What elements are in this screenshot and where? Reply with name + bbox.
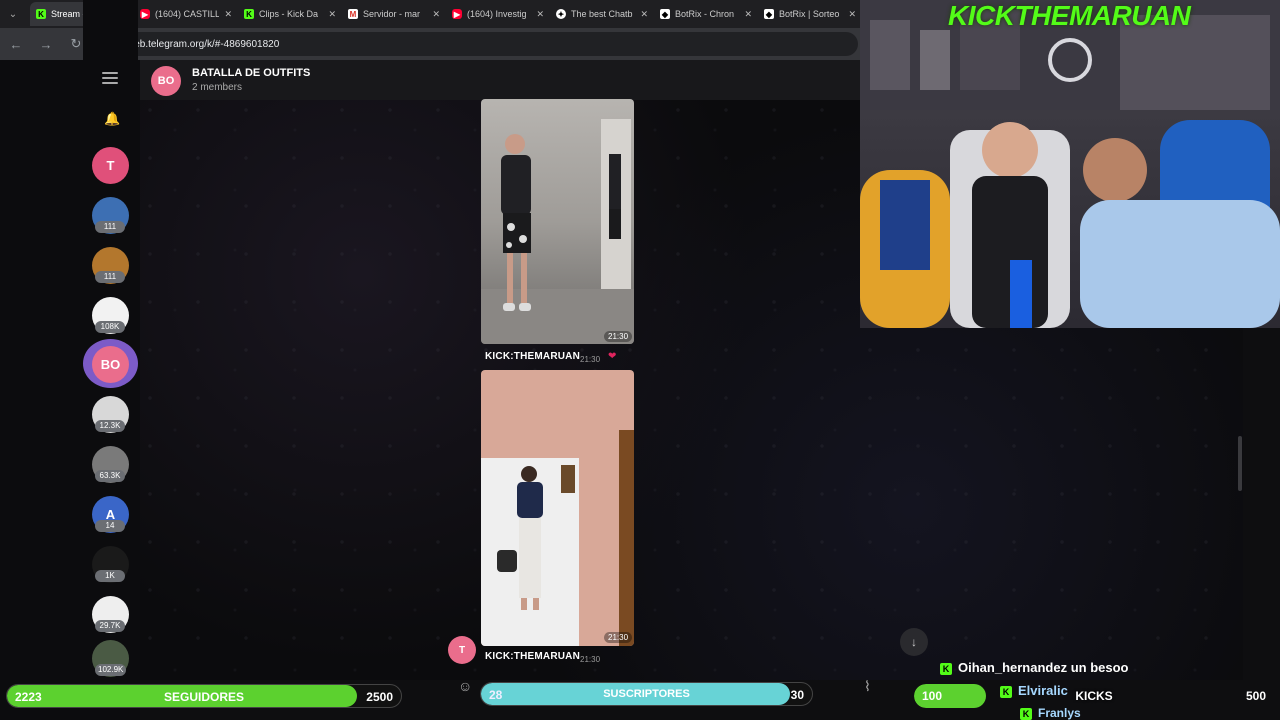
kicks-label: KICKS bbox=[1075, 689, 1113, 703]
tab-label: The best Chatb bbox=[571, 9, 633, 19]
followers-goal: 2500 bbox=[366, 690, 393, 704]
message-timestamp: 21:30 bbox=[580, 655, 601, 664]
browser-tab[interactable]: ◆ BotRix | Sorteo ✕ bbox=[758, 2, 862, 26]
message-timestamp: 21:30 bbox=[580, 355, 601, 364]
browser-tab[interactable]: ✦ The best Chatb ✕ bbox=[550, 2, 654, 26]
emoji-icon[interactable]: ☺ bbox=[458, 678, 472, 694]
close-tab-icon[interactable]: ✕ bbox=[224, 9, 232, 20]
tab-label: BotRix | Sorteo bbox=[779, 9, 840, 19]
unread-badge: 1K bbox=[95, 570, 125, 582]
tab-label: Servidor - mar bbox=[363, 9, 421, 19]
notification-bell-icon[interactable]: 🔔 bbox=[104, 111, 120, 127]
attach-icon[interactable]: ⌇ bbox=[864, 678, 871, 695]
unread-badge: 63.3K bbox=[95, 470, 125, 482]
kicks-goal: 500 bbox=[1245, 689, 1266, 703]
message-caption: KICK:THEMARUAN bbox=[485, 651, 581, 662]
scroll-down-icon[interactable]: ↓ bbox=[900, 628, 928, 656]
followers-label: SEGUIDORES bbox=[163, 690, 244, 704]
webcam-feed bbox=[860, 0, 1280, 328]
close-tab-icon[interactable]: ✕ bbox=[328, 9, 336, 20]
subs-goal: 30 bbox=[790, 688, 804, 702]
browser-tab[interactable]: ◆ BotRix - Chron ✕ bbox=[654, 2, 758, 26]
heart-reaction-icon[interactable]: ❤ bbox=[608, 351, 616, 362]
chat-member-count: 2 members bbox=[192, 82, 243, 93]
kick-icon: K bbox=[36, 9, 46, 19]
back-icon[interactable]: ← bbox=[8, 37, 24, 52]
followers-goal-bar: 2223 SEGUIDORES 2500 bbox=[6, 684, 402, 708]
browser-tab[interactable]: K Clips - Kick Da ✕ bbox=[238, 2, 342, 26]
close-tab-icon[interactable]: ✕ bbox=[536, 9, 544, 20]
close-tab-icon[interactable]: ✕ bbox=[640, 9, 648, 20]
botrix-icon: ◆ bbox=[660, 9, 670, 19]
channel-title: KICKTHEMARUAN bbox=[948, 0, 1191, 31]
menu-icon[interactable] bbox=[102, 72, 118, 84]
kick-chat-line: K Oihan_hernandez un besoo bbox=[940, 660, 1128, 675]
kick-chat-line: K Franlys bbox=[1020, 706, 1081, 720]
webcam-scene bbox=[860, 0, 1280, 328]
youtube-icon: ▶ bbox=[452, 9, 462, 19]
photo-message[interactable]: 21:30 bbox=[481, 370, 634, 646]
kick-logo-icon: K bbox=[1020, 708, 1032, 720]
chatgpt-icon: ✦ bbox=[556, 9, 566, 19]
browser-tab[interactable]: ▶ (1604) CASTILL ✕ bbox=[134, 2, 238, 26]
close-tab-icon[interactable]: ✕ bbox=[432, 9, 440, 20]
close-tab-icon[interactable]: ✕ bbox=[744, 9, 752, 20]
reload-icon[interactable]: ↻ bbox=[68, 36, 84, 52]
photo-timestamp: 21:30 bbox=[604, 331, 633, 342]
tab-label: (1604) CASTILL bbox=[155, 9, 220, 19]
kicks-goal-bar: 100 KICKS 500 bbox=[914, 684, 1274, 708]
unread-badge: 102.9K bbox=[95, 664, 127, 676]
message-caption: KICK:THEMARUAN bbox=[485, 351, 581, 362]
unread-badge: 108K bbox=[95, 321, 125, 333]
chat-title[interactable]: BATALLA DE OUTFITS bbox=[192, 67, 310, 79]
chat-list-item[interactable]: T bbox=[92, 147, 129, 184]
unread-badge: 12.3K bbox=[95, 420, 125, 432]
chat-list-item[interactable]: BO bbox=[92, 346, 129, 383]
url-field[interactable]: ⚙ web.telegram.org/k/#-4869601820 bbox=[98, 32, 858, 56]
chat-scrollbar[interactable] bbox=[1238, 436, 1242, 491]
kick-logo-icon: K bbox=[940, 663, 952, 675]
chat-avatar[interactable]: BO bbox=[151, 66, 181, 96]
sender-avatar[interactable]: T bbox=[448, 636, 476, 664]
photo-content bbox=[481, 430, 634, 646]
photo-timestamp: 21:30 bbox=[604, 632, 633, 643]
chat-header[interactable] bbox=[140, 60, 860, 100]
gmail-icon: M bbox=[348, 9, 358, 19]
forward-icon[interactable]: → bbox=[38, 37, 54, 52]
tab-label: (1604) Investig bbox=[467, 9, 527, 19]
tab-label: BotRix - Chron bbox=[675, 9, 735, 19]
botrix-icon: ◆ bbox=[764, 9, 774, 19]
subs-goal-bar: 28 SUSCRIPTORES 30 bbox=[480, 682, 813, 706]
url-text: web.telegram.org/k/#-4869601820 bbox=[126, 38, 280, 50]
browser-tab[interactable]: ▶ (1604) Investig ✕ bbox=[446, 2, 550, 26]
unread-badge: 111 bbox=[95, 221, 125, 233]
unread-badge: 111 bbox=[95, 271, 125, 283]
tab-search-icon[interactable]: ⌄ bbox=[4, 5, 22, 23]
kick-icon: K bbox=[244, 9, 254, 19]
youtube-icon: ▶ bbox=[140, 9, 150, 19]
subs-label: SUSCRIPTORES bbox=[603, 688, 690, 700]
browser-tab[interactable]: M Servidor - mar ✕ bbox=[342, 2, 446, 26]
unread-badge: 14 bbox=[95, 520, 125, 532]
photo-content bbox=[481, 119, 634, 344]
close-tab-icon[interactable]: ✕ bbox=[848, 9, 856, 20]
photo-message[interactable]: 21:30 bbox=[481, 99, 634, 344]
tab-label: Clips - Kick Da bbox=[259, 9, 319, 19]
unread-badge: 29.7K bbox=[95, 620, 125, 632]
